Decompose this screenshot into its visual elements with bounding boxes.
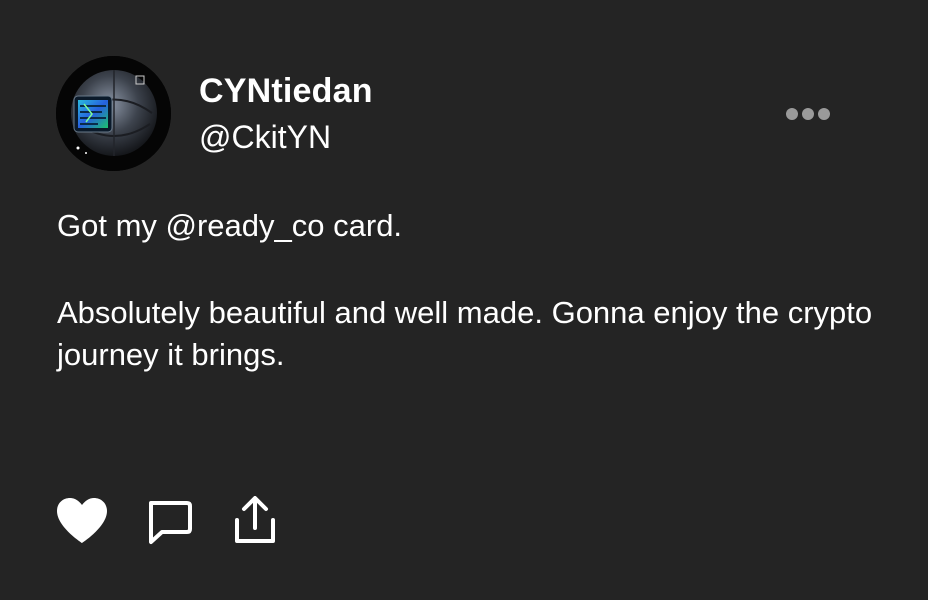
comment-button[interactable] bbox=[145, 499, 193, 545]
like-button[interactable] bbox=[55, 497, 109, 545]
share-icon bbox=[235, 496, 275, 543]
tweet-card: CYNtiedan @CkitYN Got my @ready_co card.… bbox=[0, 0, 928, 600]
avatar[interactable] bbox=[56, 56, 171, 171]
heart-icon bbox=[57, 498, 107, 543]
display-name[interactable]: CYNtiedan bbox=[199, 70, 373, 112]
more-horizontal-icon bbox=[818, 108, 830, 120]
tweet-paragraph: Absolutely beautiful and well made. Gonn… bbox=[57, 295, 873, 372]
orb-avatar-image bbox=[56, 56, 171, 171]
more-options-button[interactable] bbox=[778, 100, 838, 128]
comment-icon bbox=[149, 501, 192, 544]
tweet-text: Got my @ready_co card. Absolutely beauti… bbox=[57, 205, 877, 376]
more-horizontal-icon bbox=[786, 108, 798, 120]
tweet-paragraph: Got my @ready_co card. bbox=[57, 208, 403, 243]
share-button[interactable] bbox=[232, 496, 278, 546]
user-handle[interactable]: @CkitYN bbox=[199, 116, 331, 158]
more-horizontal-icon bbox=[802, 108, 814, 120]
